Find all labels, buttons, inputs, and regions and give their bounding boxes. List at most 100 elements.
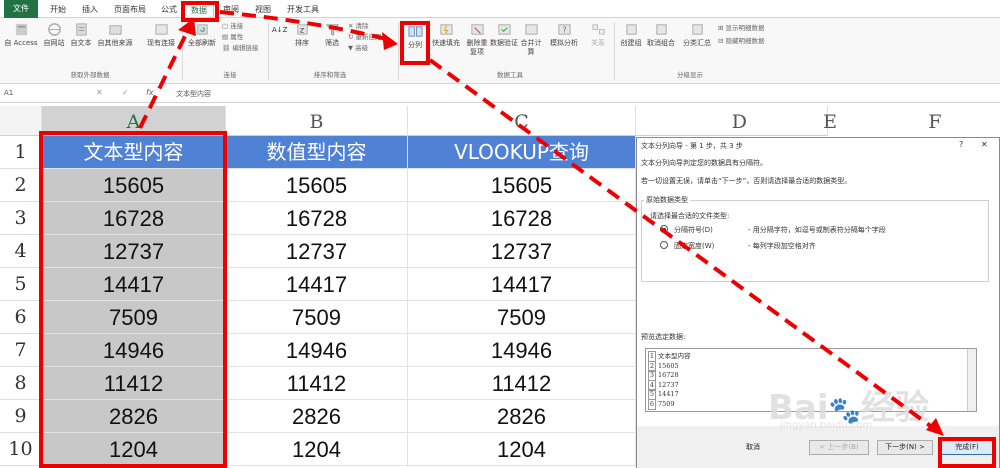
table-header-cell[interactable]: 文本型内容 bbox=[42, 136, 226, 169]
row-header[interactable]: 10 bbox=[0, 433, 42, 466]
delimited-radio[interactable] bbox=[660, 225, 668, 233]
tab-page-layout[interactable]: 页面布局 bbox=[108, 2, 152, 17]
select-all-corner[interactable] bbox=[0, 106, 42, 136]
fx-icon[interactable]: fx bbox=[146, 88, 154, 97]
filter-icon bbox=[325, 24, 339, 36]
text-to-columns-button[interactable]: 分列 bbox=[402, 24, 428, 50]
help-icon[interactable]: ? bbox=[959, 140, 963, 149]
tab-data[interactable]: 数据 bbox=[184, 2, 214, 17]
row-header[interactable]: 1 bbox=[0, 136, 42, 169]
reapply-link[interactable]: ↻ 重新应用 bbox=[348, 33, 382, 42]
from-text-button[interactable]: 自文本 bbox=[68, 22, 94, 48]
confirm-icon[interactable]: ✓ bbox=[122, 88, 129, 97]
filter-button[interactable]: 筛选 bbox=[320, 22, 344, 48]
table-header-cell[interactable]: 数值型内容 bbox=[226, 136, 408, 169]
flash-fill-button[interactable]: 快速填充 bbox=[430, 22, 462, 48]
tab-review[interactable]: 审阅 bbox=[218, 2, 244, 17]
table-cell[interactable]: 16728 bbox=[42, 202, 226, 235]
refresh-all-button[interactable]: 全部刷新 bbox=[184, 22, 220, 48]
row-header[interactable]: 3 bbox=[0, 202, 42, 235]
cancel-icon[interactable]: ✕ bbox=[96, 88, 103, 97]
what-if-button[interactable]: ? 模拟分析 bbox=[546, 22, 582, 48]
table-cell[interactable]: 7509 bbox=[226, 301, 408, 334]
edit-links-link[interactable]: ⛓ 编辑链接 bbox=[222, 44, 258, 53]
table-cell[interactable]: 15605 bbox=[226, 169, 408, 202]
column-header-f[interactable]: F bbox=[890, 106, 980, 136]
from-other-button[interactable]: 自其他来源 bbox=[94, 22, 136, 48]
row-header[interactable]: 6 bbox=[0, 301, 42, 334]
next-button[interactable]: 下一步(N) > bbox=[877, 440, 933, 455]
table-cell[interactable]: 16728 bbox=[226, 202, 408, 235]
row-header[interactable]: 2 bbox=[0, 169, 42, 202]
row-header[interactable]: 5 bbox=[0, 268, 42, 301]
table-cell[interactable]: 16728 bbox=[408, 202, 636, 235]
table-cell[interactable]: 14417 bbox=[408, 268, 636, 301]
advanced-filter-link[interactable]: ▼ 高级 bbox=[348, 44, 368, 53]
group-button[interactable]: 创建组 bbox=[618, 22, 644, 48]
table-cell[interactable]: 7509 bbox=[42, 301, 226, 334]
delimited-label[interactable]: 分隔符号(D) bbox=[674, 225, 713, 235]
table-cell[interactable]: 1204 bbox=[408, 433, 636, 466]
cancel-button[interactable]: 取消 bbox=[731, 440, 775, 455]
column-header-e[interactable]: E bbox=[790, 106, 870, 136]
close-icon[interactable]: ✕ bbox=[981, 140, 988, 149]
tab-home[interactable]: 开始 bbox=[44, 2, 72, 17]
table-cell[interactable]: 1204 bbox=[226, 433, 408, 466]
table-cell[interactable]: 11412 bbox=[42, 367, 226, 400]
tab-file[interactable]: 文件 bbox=[4, 0, 38, 18]
table-cell[interactable]: 7509 bbox=[408, 301, 636, 334]
ungroup-button[interactable]: 取消组合 bbox=[644, 22, 678, 48]
table-cell[interactable]: 11412 bbox=[408, 367, 636, 400]
table-cell[interactable]: 12737 bbox=[408, 235, 636, 268]
table-cell[interactable]: 12737 bbox=[42, 235, 226, 268]
tab-insert[interactable]: 插入 bbox=[76, 2, 104, 17]
column-header-a[interactable]: A bbox=[42, 106, 226, 136]
tab-formulas[interactable]: 公式 bbox=[156, 2, 182, 17]
fixed-width-radio[interactable] bbox=[660, 241, 668, 249]
back-button[interactable]: < 上一步(B) bbox=[809, 440, 869, 455]
show-detail-link[interactable]: ⊞ 显示明细数据 bbox=[718, 24, 765, 33]
table-cell[interactable]: 15605 bbox=[42, 169, 226, 202]
subtotal-button[interactable]: 分类汇总 bbox=[680, 22, 714, 48]
tab-view[interactable]: 视图 bbox=[250, 2, 276, 17]
finish-button[interactable]: 完成(F) bbox=[941, 440, 993, 455]
tab-developer[interactable]: 开发工具 bbox=[282, 2, 324, 17]
relationships-button[interactable]: 关系 bbox=[586, 22, 610, 48]
table-header-cell[interactable]: VLOOKUP查询 bbox=[408, 136, 636, 169]
dialog-line1: 文本分列向导判定您的数据具有分隔符。 bbox=[641, 159, 767, 167]
table-cell[interactable]: 14946 bbox=[408, 334, 636, 367]
row-header[interactable]: 7 bbox=[0, 334, 42, 367]
from-web-button[interactable]: 自网站 bbox=[40, 22, 68, 48]
table-cell[interactable]: 11412 bbox=[226, 367, 408, 400]
table-cell[interactable]: 14417 bbox=[226, 268, 408, 301]
table-cell[interactable]: 12737 bbox=[226, 235, 408, 268]
row-header[interactable]: 8 bbox=[0, 367, 42, 400]
table-cell[interactable]: 14417 bbox=[42, 268, 226, 301]
name-box[interactable]: A1 bbox=[4, 89, 84, 100]
table-cell[interactable]: 14946 bbox=[226, 334, 408, 367]
properties-link[interactable]: ▤ 属性 bbox=[222, 33, 243, 42]
table-cell[interactable]: 15605 bbox=[408, 169, 636, 202]
column-header-c[interactable]: C bbox=[408, 106, 636, 136]
fixed-width-label[interactable]: 固定宽度(W) bbox=[674, 241, 714, 251]
table-cell[interactable]: 2826 bbox=[408, 400, 636, 433]
data-validation-button[interactable]: 数据验证 bbox=[490, 22, 518, 48]
remove-duplicates-button[interactable]: 删除重复项 bbox=[464, 22, 490, 57]
row-header[interactable]: 9 bbox=[0, 400, 42, 433]
sort-az-button[interactable]: A↓Z bbox=[272, 26, 287, 35]
table-cell[interactable]: 14946 bbox=[42, 334, 226, 367]
row-header[interactable]: 4 bbox=[0, 235, 42, 268]
consolidate-button[interactable]: 合并计算 bbox=[518, 22, 544, 57]
from-access-button[interactable]: 自 Access bbox=[2, 22, 40, 48]
existing-connections-button[interactable]: 现有连接 bbox=[142, 22, 180, 48]
clear-filter-link[interactable]: ✕ 清除 bbox=[348, 22, 369, 31]
column-header-b[interactable]: B bbox=[226, 106, 408, 136]
table-cell[interactable]: 2826 bbox=[226, 400, 408, 433]
table-cell[interactable]: 2826 bbox=[42, 400, 226, 433]
preview-scrollbar[interactable] bbox=[967, 349, 976, 411]
connections-link[interactable]: ▢ 连接 bbox=[222, 22, 243, 31]
formula-input[interactable]: 文本型内容 bbox=[176, 89, 211, 99]
hide-detail-link[interactable]: ⊟ 隐藏明细数据 bbox=[718, 37, 765, 46]
table-cell[interactable]: 1204 bbox=[42, 433, 226, 466]
sort-button[interactable]: Z 排序 bbox=[290, 22, 314, 48]
